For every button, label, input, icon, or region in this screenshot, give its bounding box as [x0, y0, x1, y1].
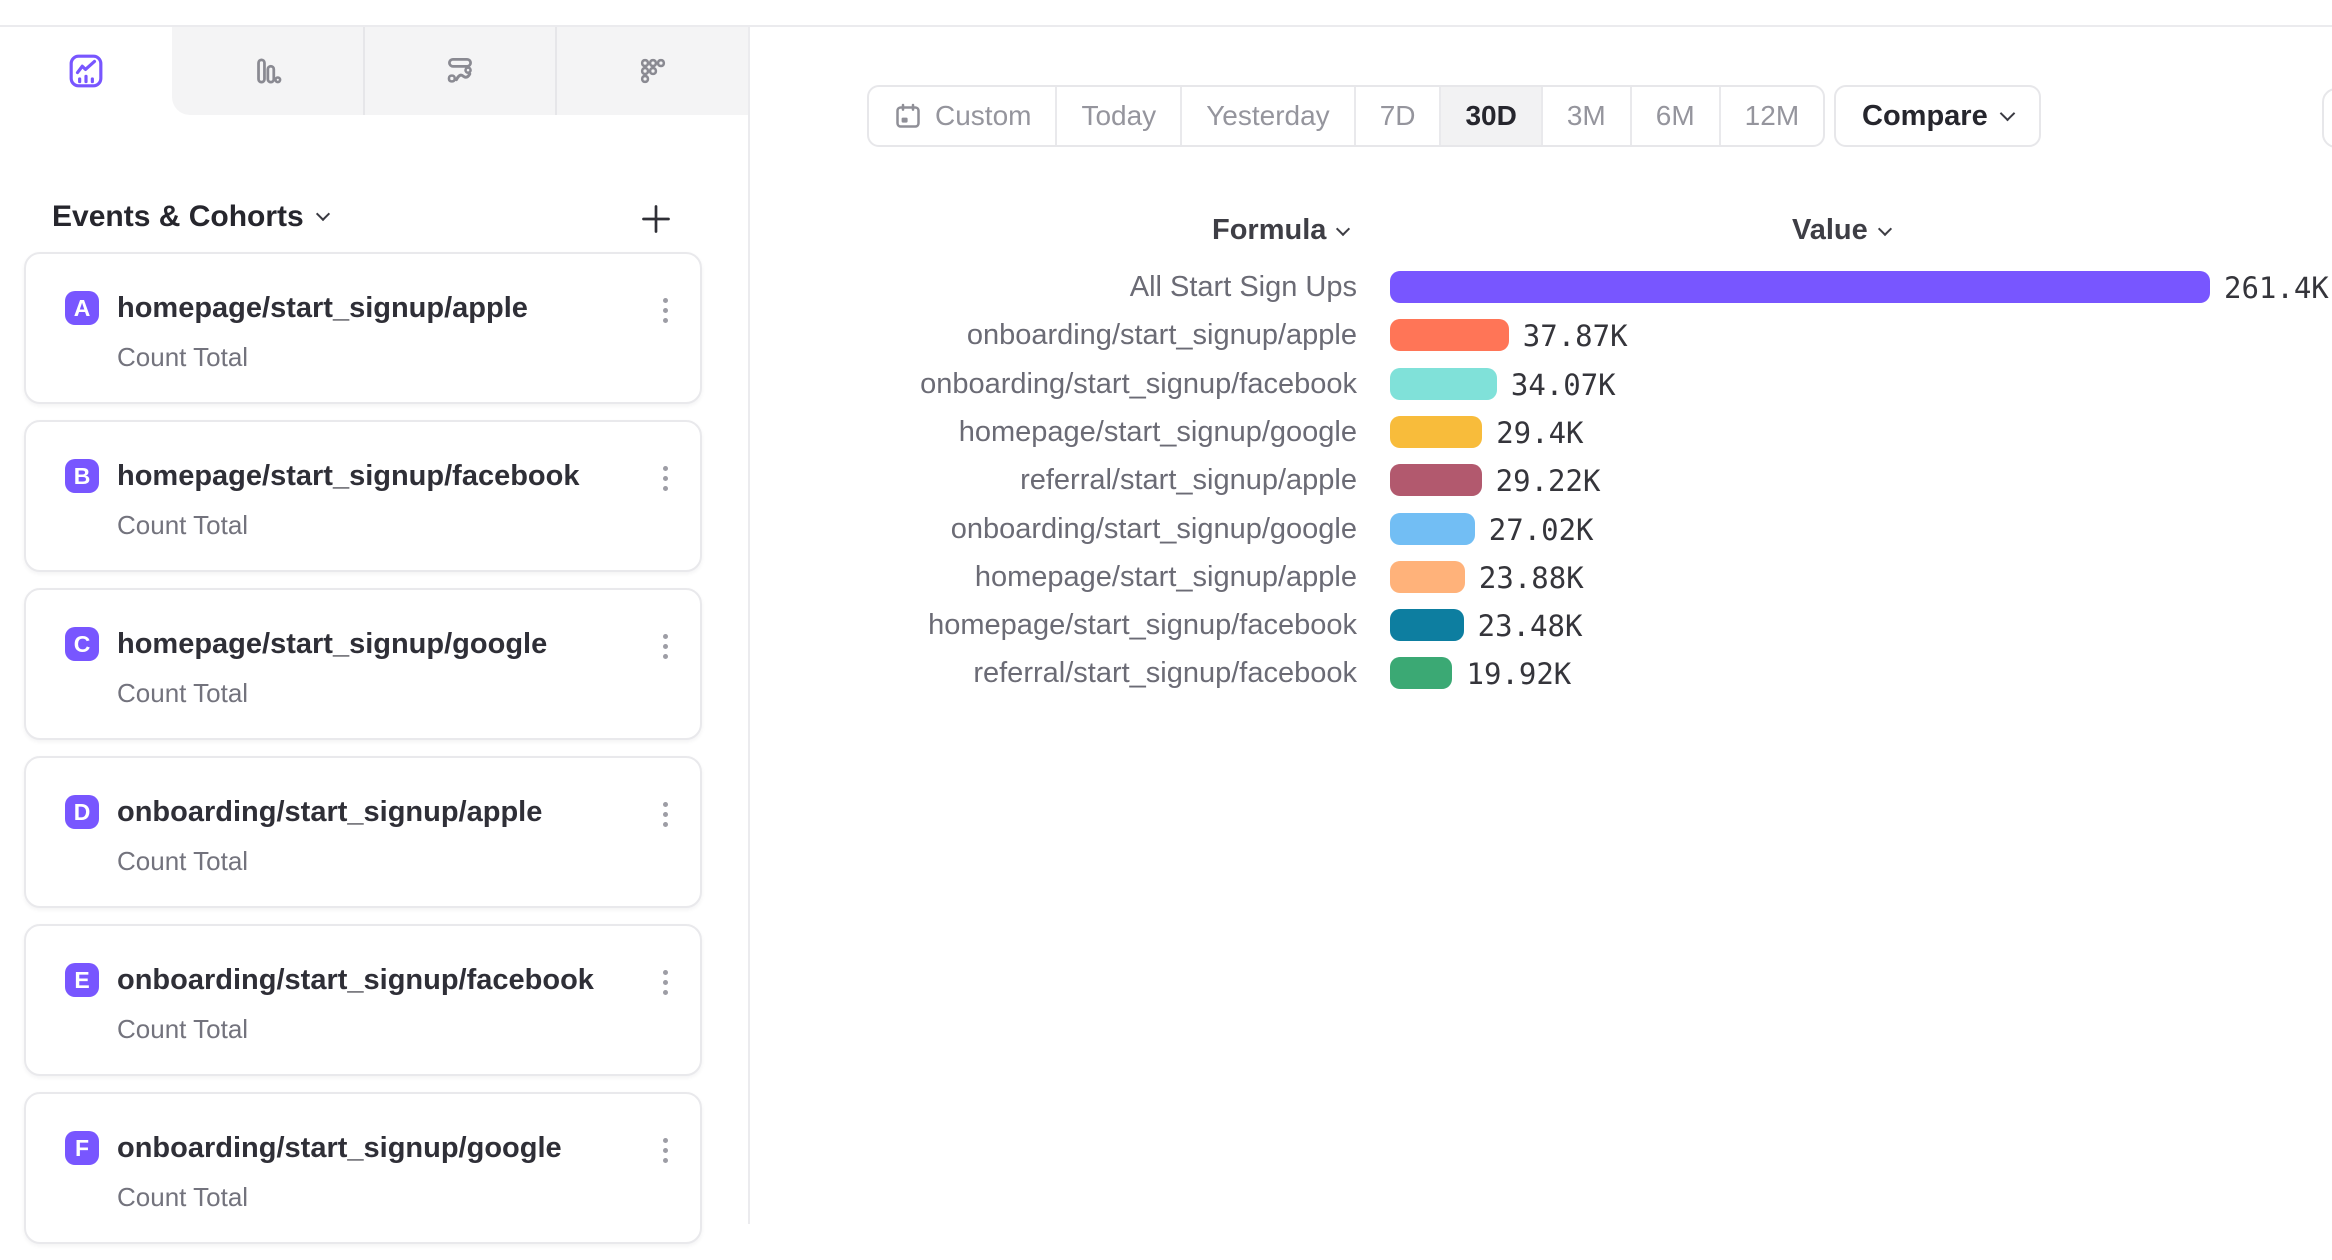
- chart-category-label: homepage/start_signup/google: [959, 416, 1357, 448]
- chart-category-label: homepage/start_signup/facebook: [928, 609, 1357, 641]
- tab-retention[interactable]: [555, 27, 748, 115]
- events-cohorts-title: Events & Cohorts: [52, 200, 304, 234]
- event-badge: D: [65, 795, 99, 829]
- date-option-label: 3M: [1567, 100, 1606, 132]
- chart-row: onboarding/start_signup/google 27.02K: [0, 513, 2332, 545]
- date-range-12m[interactable]: 12M: [1719, 87, 1823, 145]
- events-cohorts-header[interactable]: Events & Cohorts: [52, 200, 328, 234]
- chart-value-label: 29.22K: [1496, 464, 1601, 498]
- chart-row: homepage/start_signup/facebook 23.48K: [0, 609, 2332, 641]
- compare-label: Compare: [1862, 100, 1988, 133]
- date-option-label: 7D: [1380, 100, 1416, 132]
- date-range-6m[interactable]: 6M: [1630, 87, 1719, 145]
- formula-header[interactable]: Formula: [1212, 214, 1348, 247]
- date-range-30d[interactable]: 30D: [1439, 87, 1540, 145]
- chart-row: All Start Sign Ups 261.4K: [0, 271, 2332, 303]
- kebab-menu-icon[interactable]: [659, 966, 672, 999]
- calendar-icon: [893, 101, 923, 131]
- chevron-down-icon: [316, 207, 330, 221]
- chart-category-label: referral/start_signup/apple: [1020, 464, 1357, 496]
- event-measure[interactable]: Count Total: [117, 1014, 248, 1045]
- chart-category-label: referral/start_signup/facebook: [973, 657, 1357, 689]
- event-card[interactable]: E onboarding/start_signup/facebook Count…: [24, 924, 702, 1076]
- date-option-label: Custom: [935, 100, 1031, 132]
- event-measure[interactable]: Count Total: [117, 1182, 248, 1213]
- cutoff-right-button[interactable]: [2322, 88, 2332, 148]
- chart-value-label: 29.4K: [1496, 416, 1583, 450]
- chart-category-label: onboarding/start_signup/google: [951, 513, 1357, 545]
- tab-bar-chart[interactable]: [172, 27, 363, 115]
- chart-value-label: 37.87K: [1523, 319, 1628, 353]
- chart-value-label: 34.07K: [1511, 368, 1616, 402]
- date-range-today[interactable]: Today: [1055, 87, 1180, 145]
- event-title[interactable]: onboarding/start_signup/google: [117, 1132, 562, 1165]
- chart-bar[interactable]: [1390, 609, 1464, 641]
- chart-category-label: onboarding/start_signup/facebook: [920, 368, 1357, 400]
- chart-bar[interactable]: [1390, 416, 1482, 448]
- chart-value-label: 261.4K: [2224, 271, 2329, 305]
- retention-dots-icon: [635, 53, 671, 89]
- chart-bar[interactable]: [1390, 368, 1497, 400]
- event-title[interactable]: onboarding/start_signup/facebook: [117, 964, 594, 997]
- chart-category-label: All Start Sign Ups: [1130, 271, 1357, 303]
- kebab-menu-icon[interactable]: [659, 798, 672, 831]
- chart-row: referral/start_signup/facebook 19.92K: [0, 657, 2332, 689]
- chart-bar[interactable]: [1390, 561, 1465, 593]
- date-option-label: Yesterday: [1206, 100, 1330, 132]
- chart-row: homepage/start_signup/apple 23.88K: [0, 561, 2332, 593]
- chart-row: homepage/start_signup/google 29.4K: [0, 416, 2332, 448]
- flows-icon: [442, 53, 478, 89]
- date-option-label: Today: [1081, 100, 1156, 132]
- chevron-down-icon: [1999, 105, 2015, 121]
- chart-bar[interactable]: [1390, 319, 1509, 351]
- event-badge: E: [65, 963, 99, 997]
- chart-category-label: homepage/start_signup/apple: [975, 561, 1357, 593]
- event-card[interactable]: F onboarding/start_signup/google Count T…: [24, 1092, 702, 1244]
- add-event-button[interactable]: [636, 199, 676, 239]
- compare-button[interactable]: Compare: [1834, 85, 2041, 147]
- date-range-picker: Custom Today Yesterday 7D 30D 3M 6M 12M: [867, 85, 1825, 147]
- date-range-7d[interactable]: 7D: [1354, 87, 1440, 145]
- event-measure[interactable]: Count Total: [117, 846, 248, 877]
- value-header[interactable]: Value: [1792, 214, 1890, 247]
- bar-chart-icon: [249, 53, 285, 89]
- line-chart-icon: [68, 53, 104, 89]
- chart-value-label: 23.88K: [1479, 561, 1584, 595]
- kebab-menu-icon[interactable]: [659, 1134, 672, 1167]
- event-card[interactable]: D onboarding/start_signup/apple Count To…: [24, 756, 702, 908]
- event-card-list: A homepage/start_signup/apple Count Tota…: [24, 252, 702, 1260]
- chart-value-label: 19.92K: [1466, 657, 1571, 691]
- chart-bar[interactable]: [1390, 271, 2210, 303]
- date-range-3m[interactable]: 3M: [1541, 87, 1630, 145]
- chevron-down-icon: [1336, 221, 1350, 235]
- chart-row: onboarding/start_signup/apple 37.87K: [0, 319, 2332, 351]
- chart-bar[interactable]: [1390, 657, 1452, 689]
- chevron-down-icon: [1878, 221, 1892, 235]
- event-title[interactable]: onboarding/start_signup/apple: [117, 796, 542, 829]
- date-option-label: 30D: [1465, 100, 1516, 132]
- date-option-label: 6M: [1656, 100, 1695, 132]
- chart-type-tabbar: [0, 27, 748, 115]
- chart-row: onboarding/start_signup/facebook 34.07K: [0, 368, 2332, 400]
- plus-icon: [638, 201, 674, 237]
- value-header-label: Value: [1792, 214, 1868, 247]
- date-option-label: 12M: [1745, 100, 1799, 132]
- inactive-tabs-group: [172, 27, 748, 115]
- chart-category-label: onboarding/start_signup/apple: [967, 319, 1357, 351]
- chart-row: referral/start_signup/apple 29.22K: [0, 464, 2332, 496]
- chart-value-label: 27.02K: [1489, 513, 1594, 547]
- chart-bar[interactable]: [1390, 464, 1482, 496]
- chart-value-label: 23.48K: [1478, 609, 1583, 643]
- event-badge: F: [65, 1131, 99, 1165]
- tab-flows[interactable]: [363, 27, 556, 115]
- formula-header-label: Formula: [1212, 214, 1326, 247]
- date-range-custom[interactable]: Custom: [869, 87, 1055, 145]
- chart-bar[interactable]: [1390, 513, 1475, 545]
- date-range-yesterday[interactable]: Yesterday: [1180, 87, 1354, 145]
- tab-insights[interactable]: [0, 27, 172, 115]
